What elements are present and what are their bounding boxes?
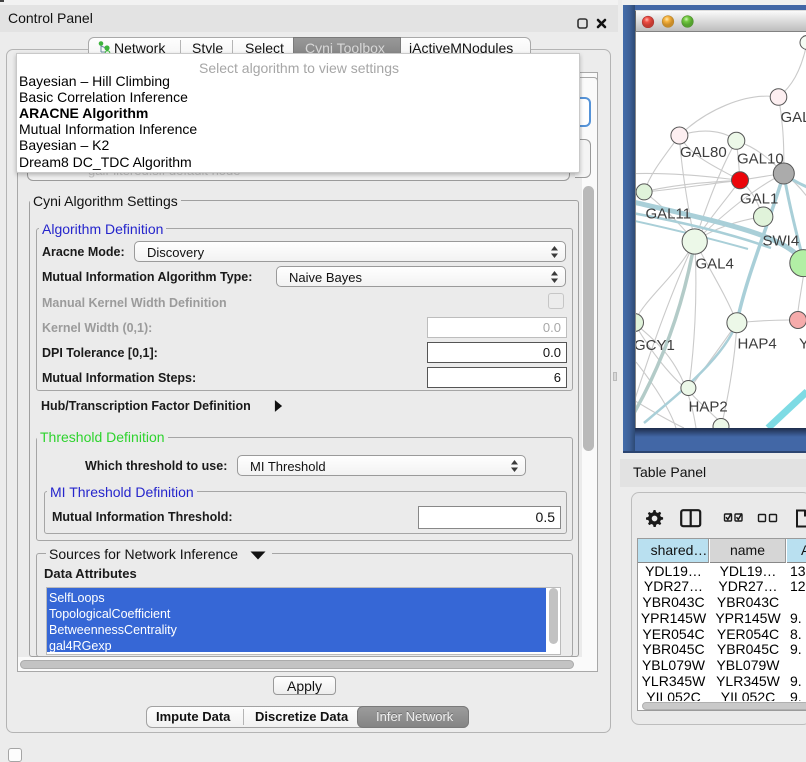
svg-text:GAL7: GAL7 — [781, 109, 806, 126]
svg-text:HAP2: HAP2 — [689, 398, 728, 415]
svg-text:YM: YM — [799, 335, 806, 352]
svg-text:GCY1: GCY1 — [636, 337, 675, 354]
svg-text:SWI4: SWI4 — [763, 232, 800, 249]
svg-text:GAL10: GAL10 — [737, 150, 784, 167]
svg-text:GAL11: GAL11 — [646, 205, 692, 222]
svg-text:GAL4: GAL4 — [696, 255, 734, 272]
svg-text:HAP4: HAP4 — [738, 335, 777, 352]
svg-text:GAL80: GAL80 — [680, 144, 727, 161]
svg-text:GAL1: GAL1 — [740, 190, 778, 207]
